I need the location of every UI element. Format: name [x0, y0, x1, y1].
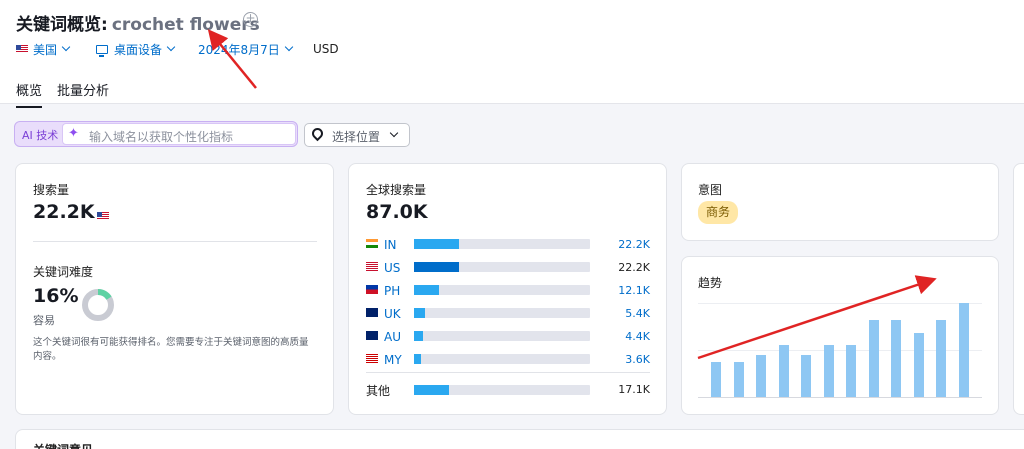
annotation-arrow: [697, 275, 937, 360]
annotation-arrow: [207, 29, 257, 89]
annotation-layer: [207, 29, 937, 360]
